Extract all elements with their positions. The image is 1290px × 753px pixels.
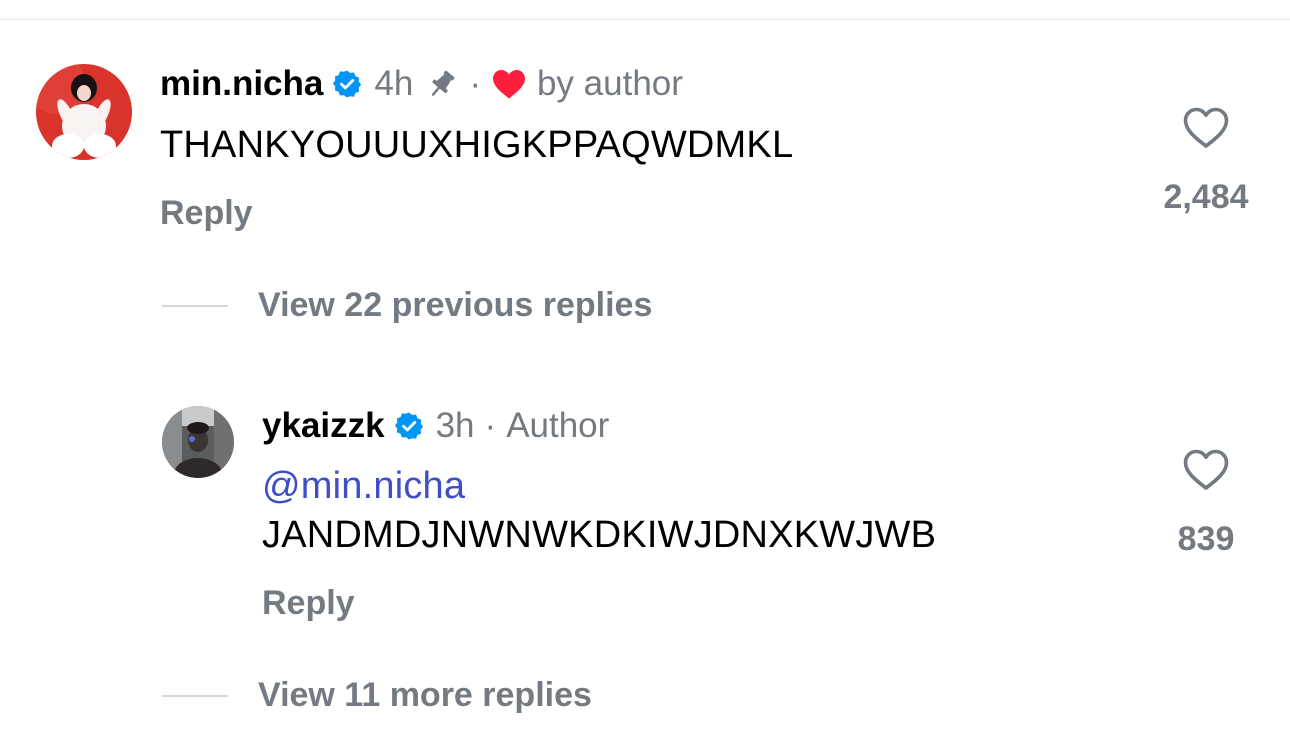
thread-line <box>162 694 228 697</box>
red-heart-icon <box>491 68 527 100</box>
like-count: 839 <box>1177 520 1235 558</box>
username[interactable]: ykaizzk <box>262 406 385 446</box>
comment-text: THANKYOUUUXHIGKPPAQWDMKL <box>160 124 794 166</box>
avatar[interactable] <box>162 406 234 478</box>
reply-button[interactable]: Reply <box>262 584 355 623</box>
liked-by-author-label: by author <box>536 64 683 103</box>
like-section: 2,484 <box>1146 106 1266 217</box>
verified-badge-icon <box>394 411 424 441</box>
separator-dot: · <box>469 64 481 103</box>
timestamp: 4h <box>374 64 414 103</box>
timestamp: 3h <box>435 406 475 445</box>
heart-outline-icon[interactable] <box>1182 448 1230 492</box>
view-more-replies-button[interactable]: View 11 more replies <box>162 676 592 715</box>
separator-dot: · <box>484 406 497 445</box>
mention-link[interactable]: @min.nicha <box>262 466 465 506</box>
view-more-replies-label: View 11 more replies <box>258 676 592 714</box>
avatar[interactable] <box>36 64 132 160</box>
like-section: 839 <box>1146 448 1266 559</box>
like-count: 2,484 <box>1163 178 1249 216</box>
heart-outline-icon[interactable] <box>1182 106 1230 150</box>
username[interactable]: min.nicha <box>160 64 323 104</box>
pin-icon <box>425 67 459 101</box>
reply-meta: ykaizzk 3h · Author <box>262 406 609 446</box>
author-badge-label: Author <box>506 406 610 445</box>
view-previous-replies-label: View 22 previous replies <box>258 286 653 324</box>
reply-button[interactable]: Reply <box>160 194 253 233</box>
view-previous-replies-button[interactable]: View 22 previous replies <box>162 286 652 325</box>
thread-line <box>162 304 228 307</box>
top-divider <box>0 19 1290 20</box>
comment-meta: min.nicha 4h · by author <box>160 64 683 104</box>
reply-text: JANDMDJNWNWKDKIWJDNXKWJWB <box>262 514 937 556</box>
verified-badge-icon <box>332 69 362 99</box>
